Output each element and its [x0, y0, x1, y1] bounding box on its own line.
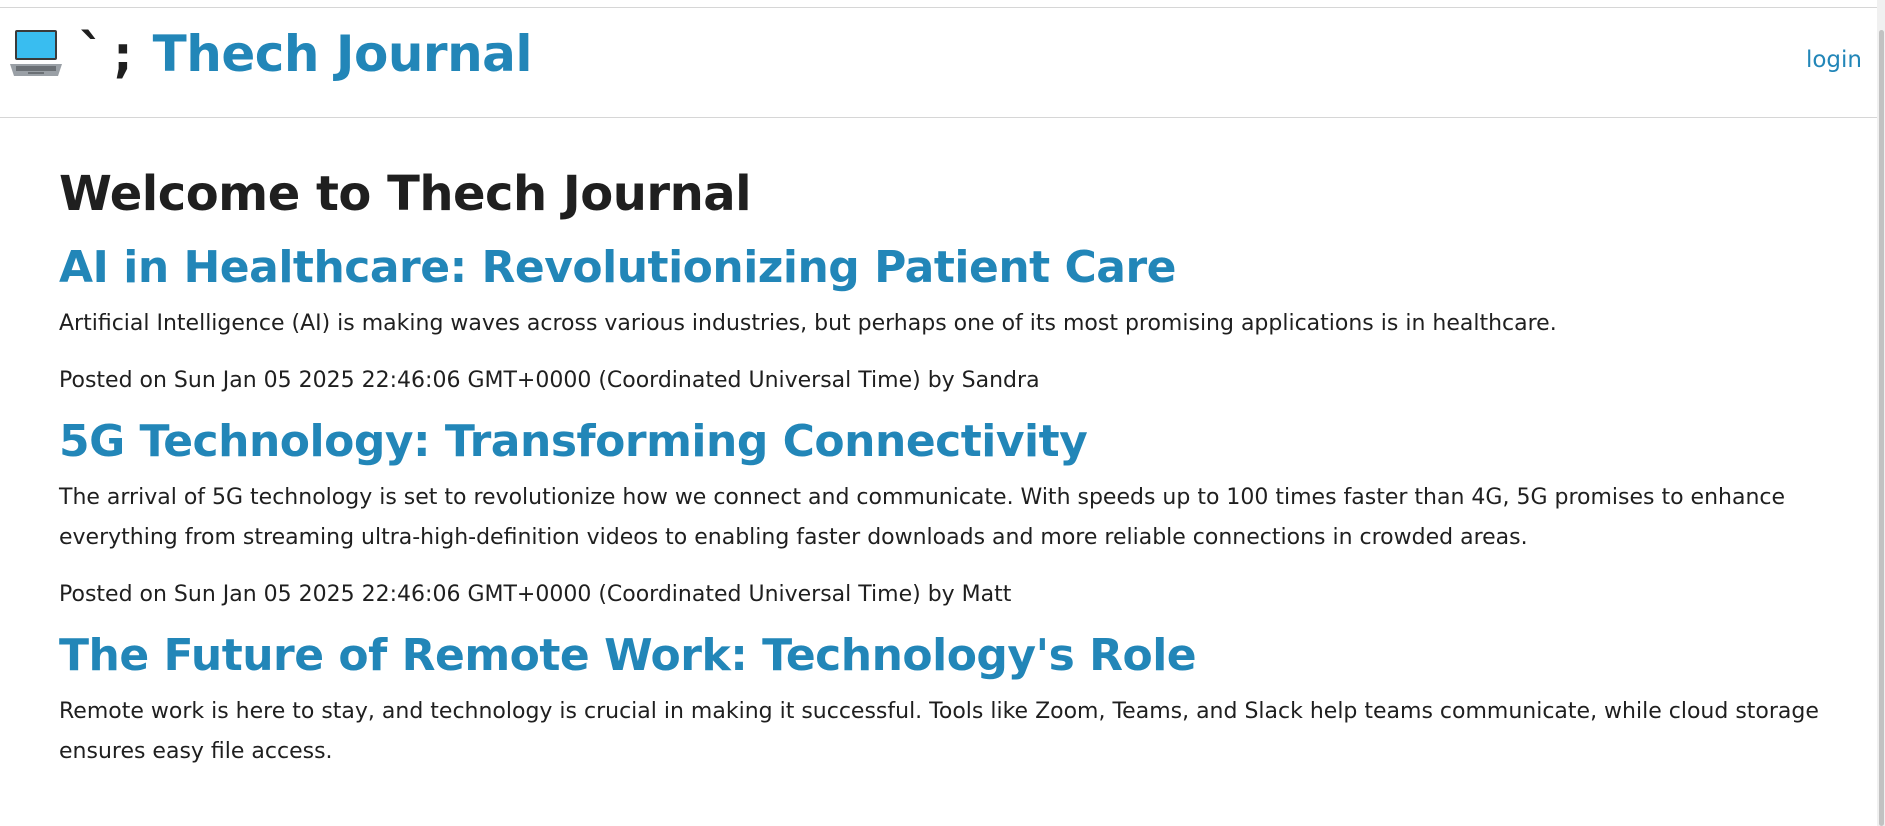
- post-item: AI in Healthcare: Revolutionizing Patien…: [59, 238, 1829, 396]
- post-meta: Posted on Sun Jan 05 2025 22:46:06 GMT+0…: [59, 368, 1040, 393]
- brand: `; Thech Journal: [8, 24, 533, 84]
- site-title-link[interactable]: Thech Journal: [153, 29, 533, 79]
- post-item: The Future of Remote Work: Technology's …: [59, 626, 1829, 772]
- post-title-link[interactable]: 5G Technology: Transforming Connectivity: [59, 412, 1829, 472]
- post-excerpt: The arrival of 5G technology is set to r…: [59, 485, 1786, 550]
- vertical-scrollbar[interactable]: [1877, 0, 1885, 826]
- post-excerpt: Artificial Intelligence (AI) is making w…: [59, 311, 1557, 336]
- brand-punctuation: `;: [76, 24, 139, 84]
- login-link[interactable]: login: [1806, 47, 1862, 73]
- post-excerpt: Remote work is here to stay, and technol…: [59, 699, 1819, 764]
- page-title: Welcome to Thech Journal: [59, 166, 752, 222]
- post-meta: Posted on Sun Jan 05 2025 22:46:06 GMT+0…: [59, 582, 1012, 607]
- post-title-link[interactable]: AI in Healthcare: Revolutionizing Patien…: [59, 238, 1829, 298]
- post-item: 5G Technology: Transforming Connectivity…: [59, 412, 1829, 610]
- post-title-link[interactable]: The Future of Remote Work: Technology's …: [59, 626, 1829, 686]
- site-header: `; Thech Journal login: [0, 8, 1877, 118]
- laptop-icon: [8, 24, 64, 84]
- main-content: Welcome to Thech Journal AI in Healthcar…: [59, 150, 1829, 772]
- scrollbar-thumb[interactable]: [1879, 30, 1884, 826]
